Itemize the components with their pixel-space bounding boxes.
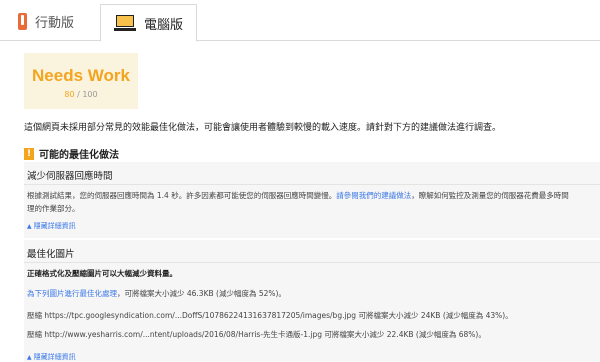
hide-details-toggle[interactable]: ▲ 隱藏詳細資訊 [27,221,76,231]
possible-optimizations-heading: ! 可能的最佳化做法 [24,146,119,161]
rule-title: 最佳化圖片 [27,249,75,260]
hide-details-label: 隱藏詳細資訊 [33,222,76,230]
laptop-icon [113,15,136,31]
score-box: Needs Work 80 / 100 [24,53,138,109]
score-number: 80 [64,90,75,99]
rule-subtitle: 正確格式化及壓縮圖片可以大幅減少資料量。 [27,269,177,278]
optimize-images-line: 為下列圖片進行最佳化處理，可將檔案大小減少 46.3KB (減少幅度為 52%)… [27,288,286,299]
divider [24,184,600,185]
tab-mobile-label: 行動版 [35,16,75,31]
tab-mobile[interactable]: 行動版 [18,4,96,39]
score-label: Needs Work [32,66,130,85]
rule-text-prefix: 根據測試結果，您的伺服器回應時間為 1.4 秒。許多因素都可能使您的伺服器回應時… [27,191,337,200]
image-item: 壓縮 https://tpc.googlesyndication.com/...… [27,311,513,320]
rule-title: 減少伺服器回應時間 [27,171,113,182]
rule-server-response: 減少伺服器回應時間 根據測試結果，您的伺服器回應時間為 1.4 秒。許多因素都可… [24,162,600,238]
best-practices-link[interactable]: 請參閱我們的建議做法 [336,191,411,200]
hide-details-label: 隱藏詳細資訊 [33,353,76,361]
score-suffix: / 100 [74,90,98,99]
intro-text: 這個網頁未採用部分常見的效能最佳化做法，可能會讓使用者體驗到較慢的載入速度。請針… [24,123,502,133]
image-item: 壓縮 http://www.yesharris.com/...ntent/upl… [27,330,486,339]
rule-text-suffix: ，瞭解如何監控及測量您的伺服器花費最多時間 [411,191,569,200]
mobile-phone-icon [18,13,27,30]
tab-desktop-label: 電腦版 [143,17,183,33]
device-tabbar: 行動版 電腦版 [0,0,600,42]
tab-desktop[interactable]: 電腦版 [100,4,197,42]
optimize-images-text: ，可將檔案大小減少 46.3KB (減少幅度為 52%)。 [117,289,286,298]
rule-text-line2: 理的作業部分。 [27,204,80,213]
score-value: 80 / 100 [24,90,138,99]
possible-optimizations-title: 可能的最佳化做法 [39,150,119,161]
triangle-up-icon: ▲ [27,353,32,361]
rule-optimize-images: 最佳化圖片 正確格式化及壓縮圖片可以大幅減少資料量。 為下列圖片進行最佳化處理，… [24,240,600,362]
hide-details-toggle[interactable]: ▲ 隱藏詳細資訊 [27,352,76,362]
optimize-images-link[interactable]: 為下列圖片進行最佳化處理 [27,289,117,298]
triangle-up-icon: ▲ [27,222,32,230]
divider [24,262,600,263]
rule-text: 根據測試結果，您的伺服器回應時間為 1.4 秒。許多因素都可能使您的伺服器回應時… [27,190,569,201]
warning-icon: ! [24,147,34,160]
